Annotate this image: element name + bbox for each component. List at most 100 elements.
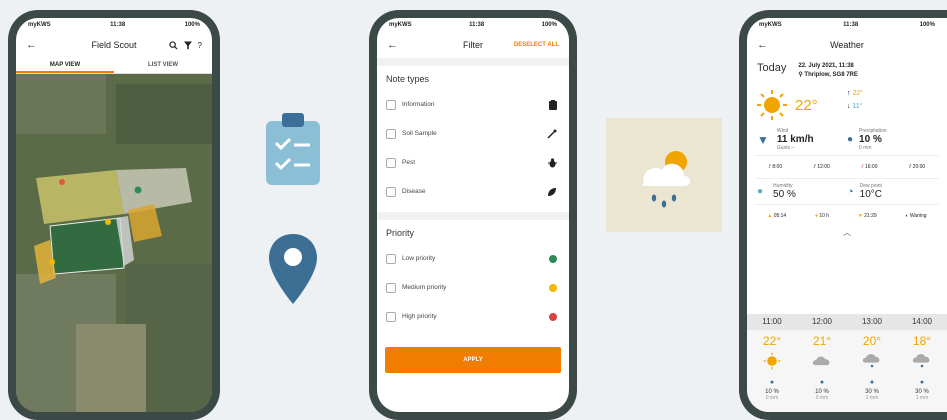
clock: 11:38 (110, 22, 126, 28)
precip-block: ● Precipitation 10 % 0 mm (847, 128, 937, 151)
dewpoint-block: ◔ Dew point 10°C (847, 183, 937, 200)
raindrop-icon: ● (819, 379, 825, 386)
back-arrow-icon[interactable]: ← (757, 39, 768, 51)
daylight-hours: 10 h (819, 213, 830, 219)
moon-phase: ◐ Waning (905, 213, 926, 219)
wind-direction-icon: ▼ (757, 132, 769, 147)
humidity-value: 50 % (773, 189, 796, 200)
tab-list-view[interactable]: LIST VIEW (114, 58, 212, 73)
time-slot: ⫽ 16:00 (861, 164, 877, 170)
thermometer-icon: ◔ (847, 185, 854, 198)
back-arrow-icon[interactable]: ← (387, 39, 398, 51)
phone-weather: myKWS 11:38 100% ← Weather Today 22. Jul… (739, 10, 947, 420)
wind-block: ▼ Wind 11 km/h Gusts – (757, 128, 847, 151)
back-arrow-icon[interactable]: ← (26, 39, 37, 51)
weather-sun-rain-icon (641, 151, 690, 208)
location-pin-icon (269, 234, 317, 304)
current-temp-value: 22° (795, 96, 818, 114)
note-type-pest[interactable]: Pest (377, 148, 569, 177)
note-type-disease[interactable]: Disease (377, 177, 569, 206)
battery-label: 100% (919, 22, 935, 28)
checkbox[interactable] (386, 282, 396, 293)
divider (377, 212, 569, 220)
today-row: Today 22. July 2021, 11:38 ⚲ Thriplow, S… (747, 58, 947, 84)
apply-button[interactable]: APPLY (385, 347, 561, 373)
sunset-time: 21:29 (864, 213, 877, 219)
raindrop-icon: ● (847, 134, 854, 145)
raindrop-icon: ● (869, 379, 875, 386)
daylight: ● 10 h (815, 213, 829, 219)
battery-label: 100% (541, 22, 557, 28)
map-pin-green[interactable] (134, 186, 142, 194)
view-tabs: MAP VIEW LIST VIEW (16, 58, 212, 74)
hourly-forecast: 11:00 12:00 13:00 14:00 22° 21° 20° 18° … (747, 314, 947, 412)
priority-dot-yellow (549, 283, 557, 292)
hour-precip-mm: 1 mm (865, 395, 879, 401)
date-location: 22. July 2021, 11:38 ⚲ Thriplow, SG8 7RE (798, 62, 858, 80)
note-type-information[interactable]: Information (377, 90, 569, 119)
priority-low[interactable]: Low priority (377, 244, 569, 273)
hourly-precip: 10 % 10 % 30 % 30 % (747, 386, 947, 395)
note-type-soil-sample[interactable]: Soil Sample (377, 119, 569, 148)
today-label: Today (757, 62, 787, 74)
checkbox[interactable] (386, 157, 396, 168)
note-types-heading: Note types (386, 74, 430, 84)
bug-icon (548, 157, 557, 167)
satellite-map[interactable] (16, 74, 212, 412)
carrier-label: myKWS (759, 22, 782, 28)
help-icon[interactable]: ? (198, 41, 202, 50)
map-pin-yellow[interactable] (105, 219, 111, 225)
high-low: ↑ 22° ↓ 11° (847, 90, 937, 120)
deselect-all-button[interactable]: DESELECT ALL (514, 42, 559, 48)
checkbox[interactable] (386, 99, 396, 110)
sunset: ▼ 21:29 (858, 213, 877, 219)
hourly-mm: 0 mm 0 mm 1 mm 1 mm (747, 395, 947, 401)
phone-filter: myKWS 11:38 100% ← Filter DESELECT ALL N… (369, 10, 577, 420)
search-icon[interactable] (168, 40, 178, 50)
filter-screen: myKWS 11:38 100% ← Filter DESELECT ALL N… (377, 18, 569, 412)
weather-header: ← Weather (747, 32, 947, 58)
time-slot: ⫽ 12:00 (814, 164, 830, 170)
checkbox[interactable] (386, 311, 396, 322)
status-bar: myKWS 11:38 100% (377, 18, 569, 32)
humidity-icon: ● (757, 186, 764, 197)
divider (377, 58, 569, 66)
phone-field-scout: myKWS 11:38 100% ← Field Scout ? MAP VIE… (8, 10, 220, 420)
checkbox[interactable] (386, 186, 396, 197)
raindrop-icon: ● (769, 379, 775, 386)
page-title: Weather (830, 40, 864, 50)
checkbox[interactable] (386, 253, 396, 264)
priority-label: Medium priority (402, 284, 447, 291)
field-polygon-green[interactable] (49, 217, 125, 275)
soil-sample-icon (547, 129, 557, 139)
map-pin-red[interactable] (59, 179, 65, 185)
wind-value: 11 km/h (776, 134, 814, 145)
field-scout-screen: myKWS 11:38 100% ← Field Scout ? MAP VIE… (16, 18, 212, 412)
priority-medium[interactable]: Medium priority (377, 273, 569, 302)
clipboard-checklist-icon (266, 113, 320, 185)
checkbox[interactable] (386, 128, 396, 139)
wind-times: ⫽ 8:00 ⫽ 12:00 ⫽ 16:00 ⫽ 20:00 (747, 160, 947, 174)
tab-map-view[interactable]: MAP VIEW (16, 58, 114, 73)
battery-label: 100% (184, 22, 200, 28)
rain-cloud-icon (847, 352, 897, 375)
priority-high[interactable]: High priority (377, 302, 569, 331)
map-pin-yellow-2[interactable] (49, 259, 55, 265)
hourly-temps: 22° 21° 20° 18° (747, 330, 947, 348)
map-fields (16, 74, 212, 412)
current-temp: 22° (757, 90, 847, 120)
status-bar: myKWS 11:38 100% (747, 18, 947, 32)
note-type-label: Soil Sample (402, 130, 437, 137)
hour-precip-mm: 0 mm (815, 395, 829, 401)
filter-icon[interactable] (183, 41, 192, 50)
clipboard-icon (549, 99, 557, 110)
raindrop-icon: ● (919, 379, 925, 386)
humidity-block: ● Humidity 50 % (757, 183, 847, 200)
hour-label: 13:00 (861, 317, 883, 326)
hourly-drops: ● ● ● ● (747, 379, 947, 386)
sun-icon (747, 352, 797, 375)
precip-amount: 0 mm (859, 145, 872, 151)
hour-label: 11:00 (762, 317, 782, 326)
chevron-up-icon[interactable]: ︿ (747, 227, 947, 238)
location-row: ⚲ Thriplow, SG8 7RE (798, 71, 858, 80)
